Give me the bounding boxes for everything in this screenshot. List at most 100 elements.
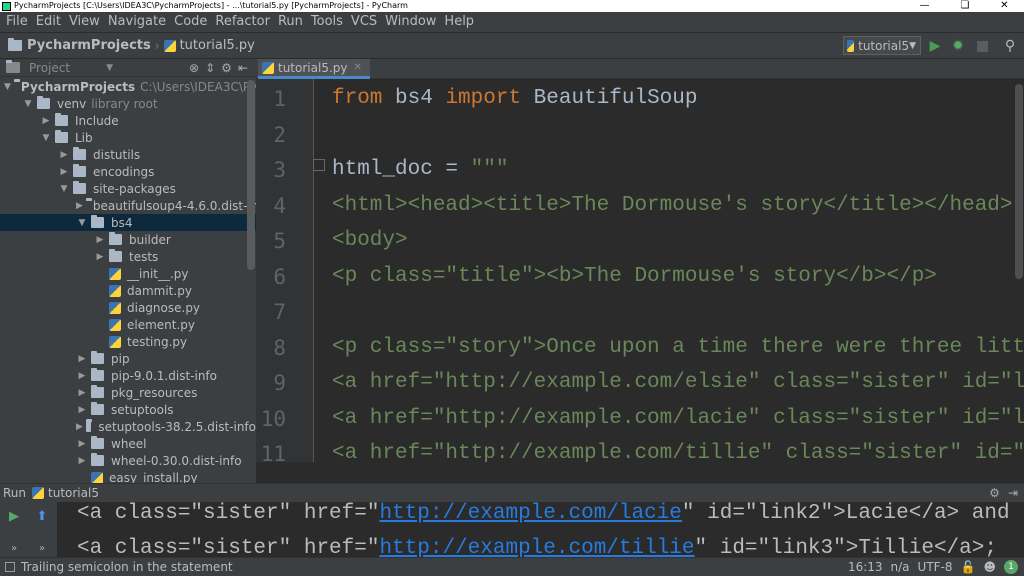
code-line[interactable]: <a href="http://example.com/lacie" class…: [332, 407, 1024, 430]
editor-scrollbar[interactable]: [1015, 84, 1023, 279]
more-actions-button[interactable]: »: [6, 540, 22, 556]
menu-edit[interactable]: Edit: [32, 12, 65, 32]
collapse-all-icon[interactable]: ⇕: [205, 61, 215, 75]
code-line[interactable]: <p class="title"><b>The Dormouse's story…: [332, 265, 937, 288]
breadcrumb-file[interactable]: tutorial5.py: [163, 38, 255, 53]
tab-tutorial5[interactable]: tutorial5.py ✕: [258, 59, 370, 79]
notifications-badge[interactable]: 1: [1004, 560, 1018, 574]
menu-refactor[interactable]: Refactor: [211, 12, 274, 32]
collapsed-arrow-icon[interactable]: ▶: [76, 439, 88, 449]
collapsed-arrow-icon[interactable]: ▶: [58, 150, 70, 160]
tree-item[interactable]: ▶ builder: [0, 231, 256, 248]
tree-item[interactable]: ▶ wheel-0.30.0.dist-info: [0, 452, 256, 469]
close-icon[interactable]: ✕: [353, 62, 361, 73]
run-configuration-selector[interactable]: tutorial5 ▼: [843, 36, 921, 55]
tree-item[interactable]: __init__.py: [0, 265, 256, 282]
restore-button[interactable]: ❏: [960, 0, 969, 12]
tree-item[interactable]: ▶ tests: [0, 248, 256, 265]
tree-item[interactable]: diagnose.py: [0, 299, 256, 316]
tree-item[interactable]: dammit.py: [0, 282, 256, 299]
tree-item[interactable]: ▶ wheel: [0, 435, 256, 452]
tree-item[interactable]: ▶ setuptools-38.2.5.dist-info: [0, 418, 256, 435]
code-line[interactable]: html_doc = """: [332, 158, 508, 181]
code-line[interactable]: <html><head><title>The Dormouse's story<…: [332, 194, 1013, 217]
run-config-tab[interactable]: tutorial5: [48, 486, 99, 500]
scroll-from-source-icon[interactable]: ⊗: [189, 61, 199, 75]
minimize-button[interactable]: —: [919, 0, 929, 12]
menu-window[interactable]: Window: [381, 12, 440, 32]
run-console-output[interactable]: <a class="sister" href="http://example.c…: [57, 502, 1024, 557]
collapsed-arrow-icon[interactable]: ▶: [76, 354, 88, 364]
lock-icon[interactable]: 🔓: [961, 560, 976, 574]
expanded-arrow-icon[interactable]: ▼: [40, 133, 52, 143]
search-everywhere-button[interactable]: ⚲: [1002, 38, 1018, 54]
console-link[interactable]: http://example.com/tillie: [379, 537, 694, 557]
menu-vcs[interactable]: VCS: [347, 12, 381, 32]
tree-item[interactable]: testing.py: [0, 333, 256, 350]
more-actions-button-2[interactable]: »: [34, 540, 50, 556]
hide-panel-icon[interactable]: ⇥: [1008, 486, 1018, 500]
gear-icon[interactable]: ⚙: [989, 486, 1000, 500]
menu-help[interactable]: Help: [440, 12, 478, 32]
collapsed-arrow-icon[interactable]: ▶: [76, 422, 83, 432]
tree-item[interactable]: ▼ Lib: [0, 129, 256, 146]
gear-icon[interactable]: ⚙: [221, 61, 232, 75]
tree-item[interactable]: ▶ distutils: [0, 146, 256, 163]
tree-item[interactable]: element.py: [0, 316, 256, 333]
expanded-arrow-icon[interactable]: ▼: [4, 82, 11, 92]
menu-view[interactable]: View: [65, 12, 104, 32]
code-editor[interactable]: 1 from bs4 import BeautifulSoup 2 3 html_doc…: [256, 79, 1024, 462]
collapsed-arrow-icon[interactable]: ▶: [76, 388, 88, 398]
project-view-selector[interactable]: Project: [29, 61, 70, 75]
collapsed-arrow-icon[interactable]: ▶: [76, 456, 88, 466]
breadcrumb-project[interactable]: PycharmProjects: [0, 38, 151, 53]
console-link[interactable]: http://example.com/lacie: [379, 502, 681, 525]
chevron-down-icon[interactable]: ▼: [106, 63, 113, 73]
tree-item[interactable]: ▶ setuptools: [0, 401, 256, 418]
caret-position[interactable]: 16:13: [848, 560, 883, 574]
collapsed-arrow-icon[interactable]: ▶: [76, 371, 88, 381]
collapsed-arrow-icon[interactable]: ▶: [58, 167, 70, 177]
menu-code[interactable]: Code: [170, 12, 211, 32]
menu-tools[interactable]: Tools: [307, 12, 347, 32]
tree-item[interactable]: ▼ site-packages: [0, 180, 256, 197]
menu-file[interactable]: File: [2, 12, 32, 32]
expanded-arrow-icon[interactable]: ▼: [22, 99, 34, 109]
collapsed-arrow-icon[interactable]: ▶: [76, 405, 88, 415]
collapsed-arrow-icon[interactable]: ▶: [94, 235, 106, 245]
debug-button[interactable]: ✹: [950, 38, 966, 54]
code-line[interactable]: <p class="story">Once upon a time there …: [332, 336, 1024, 359]
tool-windows-icon[interactable]: [5, 562, 15, 572]
inspector-icon[interactable]: ☻: [983, 560, 996, 574]
menu-run[interactable]: Run: [274, 12, 307, 32]
code-line[interactable]: <a href="http://example.com/elsie" class…: [332, 371, 1024, 394]
tree-item[interactable]: ▶ pip: [0, 350, 256, 367]
expanded-arrow-icon[interactable]: ▼: [76, 218, 88, 228]
expanded-arrow-icon[interactable]: ▼: [58, 184, 70, 194]
file-encoding[interactable]: UTF-8: [918, 560, 953, 574]
line-separator[interactable]: n/a: [891, 560, 910, 574]
tree-item[interactable]: easy_install.py: [0, 469, 256, 483]
project-scrollbar[interactable]: [247, 80, 255, 270]
tree-item[interactable]: ▶ beautifulsoup4-4.6.0.dist-info: [0, 197, 256, 214]
scroll-up-button[interactable]: ⬆: [34, 508, 50, 524]
tree-item[interactable]: ▼ bs4: [0, 214, 256, 231]
tree-item[interactable]: ▶ pkg_resources: [0, 384, 256, 401]
tree-item[interactable]: ▼ venv library root: [0, 95, 256, 112]
tree-item[interactable]: ▶ pip-9.0.1.dist-info: [0, 367, 256, 384]
menu-navigate[interactable]: Navigate: [104, 12, 170, 32]
stop-button[interactable]: [974, 38, 990, 54]
rerun-button[interactable]: ▶: [6, 508, 22, 524]
tree-item[interactable]: ▼ PycharmProjects C:\Users\IDEA3C\Pycharm: [0, 78, 256, 95]
close-window-button[interactable]: ✕: [1000, 0, 1008, 12]
code-line[interactable]: <body>: [332, 229, 408, 252]
code-line[interactable]: <a href="http://example.com/tillie" clas…: [332, 442, 1024, 462]
fold-marker-icon[interactable]: [313, 159, 325, 171]
collapsed-arrow-icon[interactable]: ▶: [40, 116, 52, 126]
collapsed-arrow-icon[interactable]: ▶: [94, 252, 106, 262]
collapsed-arrow-icon[interactable]: ▶: [76, 201, 83, 211]
hide-panel-icon[interactable]: ⇤: [238, 61, 248, 75]
code-line[interactable]: from bs4 import BeautifulSoup: [332, 87, 698, 110]
run-button[interactable]: ▶: [927, 38, 943, 54]
tree-item[interactable]: ▶ encodings: [0, 163, 256, 180]
